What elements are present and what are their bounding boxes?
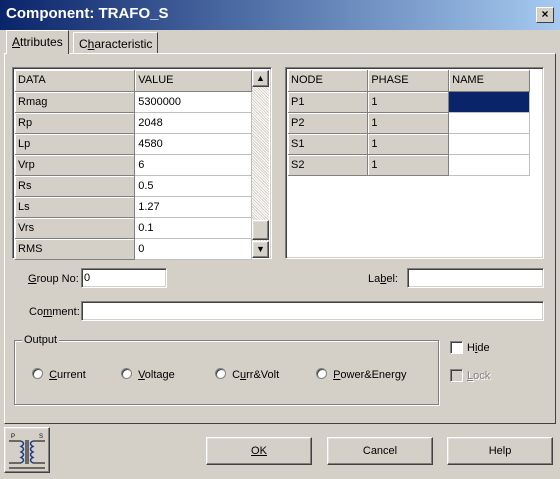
node-row-phase: 1: [367, 154, 450, 176]
close-button[interactable]: ×: [536, 7, 554, 23]
node-table: NODE PHASE NAME P1 1 P2 1 S1 1 S2 1: [288, 70, 530, 176]
label-field-label: Label:: [368, 273, 398, 285]
ok-button[interactable]: OK: [206, 437, 312, 465]
close-icon: ×: [541, 7, 549, 21]
voltage-radio-label: Voltage: [138, 369, 175, 381]
lock-checkbox: [450, 369, 463, 382]
component-icon-box[interactable]: P S: [4, 427, 50, 473]
column-header-name[interactable]: NAME: [448, 70, 530, 92]
hide-checkbox[interactable]: [450, 341, 463, 354]
node-row-node: S1: [288, 133, 369, 155]
title-bar: Component: TRAFO_S: [0, 0, 560, 30]
powerenergy-radio[interactable]: [316, 368, 327, 379]
voltage-radio[interactable]: [121, 368, 132, 379]
powerenergy-radio-label: Power&Energy: [333, 369, 407, 381]
scroll-up-button[interactable]: ▲: [252, 70, 269, 87]
node-grid[interactable]: NODE PHASE NAME P1 1 P2 1 S1 1 S2 1: [285, 67, 544, 259]
data-row-name: Lp: [15, 133, 136, 155]
node-row[interactable]: S1 1: [288, 133, 530, 155]
data-row-value-cell[interactable]: 2048: [134, 112, 252, 134]
data-row-name: Vrp: [15, 154, 136, 176]
node-row-node: S2: [288, 154, 369, 176]
node-row-name-cell[interactable]: [448, 91, 530, 113]
pin-s-text: S: [39, 434, 43, 440]
tab-attributes-label: Attributes: [12, 35, 63, 49]
tab-characteristic[interactable]: Characteristic: [73, 32, 159, 54]
data-row-value-cell[interactable]: 0.5: [134, 175, 252, 197]
data-grid[interactable]: DATA VALUE Rmag 5300000 Rp 2048 Lp 4580 Vrp 6 Rs…: [12, 67, 272, 260]
output-option-voltage[interactable]: Voltage: [121, 368, 175, 382]
current-radio[interactable]: [32, 368, 43, 379]
current-radio-label: Current: [49, 369, 86, 381]
output-legend: Output: [22, 334, 60, 346]
cancel-button-label: Cancel: [362, 445, 398, 457]
data-row-name: Rp: [15, 112, 136, 134]
data-row[interactable]: Ls 1.27: [15, 196, 252, 218]
scroll-up-icon: ▲: [256, 73, 265, 83]
node-row-phase: 1: [367, 112, 450, 134]
scroll-thumb[interactable]: [252, 220, 269, 240]
output-option-currvolt[interactable]: Curr&Volt: [215, 368, 279, 382]
data-row-value-cell[interactable]: 5300000: [134, 91, 252, 113]
node-row[interactable]: S2 1: [288, 154, 530, 176]
pin-p-text: P: [11, 434, 15, 440]
group-no-input[interactable]: [81, 268, 167, 288]
data-row-name: Ls: [15, 196, 136, 218]
data-row-value-cell[interactable]: 4580: [134, 133, 252, 155]
help-button[interactable]: Help: [447, 437, 553, 465]
data-row[interactable]: Rp 2048: [15, 112, 252, 134]
lock-label: Lock: [467, 370, 491, 382]
group-no-label: Group No:: [28, 273, 79, 285]
currvolt-radio[interactable]: [215, 368, 226, 379]
tab-characteristic-label: Characteristic: [79, 37, 153, 51]
column-header-data[interactable]: DATA: [15, 70, 136, 92]
comment-input[interactable]: [81, 301, 544, 321]
scroll-down-button[interactable]: ▼: [252, 241, 269, 258]
tab-attributes[interactable]: Attributes: [6, 30, 69, 54]
cancel-button[interactable]: Cancel: [327, 437, 433, 465]
data-table: DATA VALUE Rmag 5300000 Rp 2048 Lp 4580 Vrp 6 Rs…: [15, 70, 252, 260]
data-scrollbar[interactable]: ▲ ▼: [252, 70, 269, 258]
node-row-phase: 1: [367, 91, 450, 113]
currvolt-radio-label: Curr&Volt: [232, 369, 280, 381]
ok-button-label: OK: [251, 445, 267, 457]
hide-label: Hide: [467, 342, 490, 354]
output-option-powerenergy[interactable]: Power&Energy: [316, 368, 406, 382]
window-title: Component: TRAFO_S: [6, 5, 169, 22]
data-row[interactable]: Rmag 5300000: [15, 91, 252, 113]
data-row-value-cell[interactable]: 1.27: [134, 196, 252, 218]
node-row[interactable]: P2 1: [288, 112, 530, 134]
data-row-value-cell[interactable]: 6: [134, 154, 252, 176]
data-row-value-cell[interactable]: 0.1: [134, 217, 252, 239]
node-row[interactable]: P1 1: [288, 91, 530, 113]
column-header-node[interactable]: NODE: [288, 70, 369, 92]
data-row-name: RMS: [15, 238, 136, 260]
node-row-name-cell[interactable]: [448, 133, 530, 155]
data-row[interactable]: RMS 0: [15, 238, 252, 260]
scroll-down-icon: ▼: [256, 244, 265, 254]
node-row-node: P2: [288, 112, 369, 134]
transformer-icon: P S: [9, 434, 45, 469]
label-input[interactable]: [407, 268, 544, 288]
data-row[interactable]: Rs 0.5: [15, 175, 252, 197]
data-row[interactable]: Vrp 6: [15, 154, 252, 176]
node-row-name-cell[interactable]: [448, 112, 530, 134]
help-button-label: Help: [488, 445, 512, 457]
data-header-row: DATA VALUE: [15, 70, 252, 92]
data-row-name: Vrs: [15, 217, 136, 239]
node-row-name-cell[interactable]: [448, 154, 530, 176]
node-row-node: P1: [288, 91, 369, 113]
node-header-row: NODE PHASE NAME: [288, 70, 530, 92]
data-row[interactable]: Lp 4580: [15, 133, 252, 155]
data-row-name: Rs: [15, 175, 136, 197]
column-header-phase[interactable]: PHASE: [367, 70, 450, 92]
data-row[interactable]: Vrs 0.1: [15, 217, 252, 239]
data-row-value-cell[interactable]: 0: [134, 238, 252, 260]
column-header-value[interactable]: VALUE: [134, 70, 252, 92]
node-row-phase: 1: [367, 133, 450, 155]
output-option-current[interactable]: Current: [32, 368, 86, 382]
data-row-name: Rmag: [15, 91, 136, 113]
comment-label: Comment:: [29, 306, 80, 318]
